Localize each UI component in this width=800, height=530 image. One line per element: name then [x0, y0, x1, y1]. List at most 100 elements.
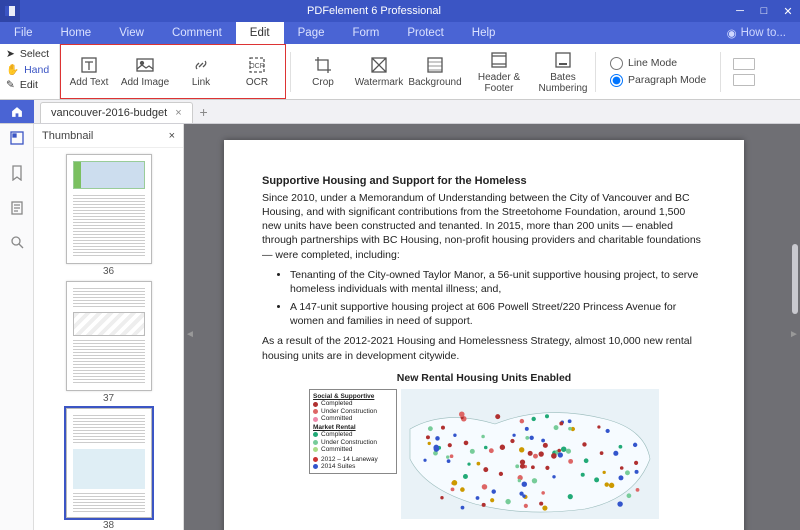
align-option-2[interactable] [733, 74, 755, 86]
legend-item: Under Construction [321, 439, 377, 446]
edit-insert-group: Add Text Add Image Link OCR OCR [60, 44, 286, 99]
legend-item: Committed [321, 415, 352, 422]
legend-item: Committed [321, 446, 352, 453]
add-image-label: Add Image [121, 78, 169, 89]
background-icon [424, 54, 446, 76]
selection-tools: ➤Select ✋ Hand ✎Edit [0, 44, 60, 99]
list-item: A 147-unit supportive housing project at… [290, 300, 706, 328]
tool-hand[interactable]: ✋ Hand [6, 62, 53, 77]
cursor-icon: ➤ [6, 48, 15, 60]
minimize-button[interactable]: ─ [728, 5, 752, 17]
paragraph-mode-radio[interactable]: Paragraph Mode [610, 74, 706, 87]
align-group [725, 44, 763, 99]
thumbnail-header: Thumbnail × [34, 124, 183, 148]
link-icon [190, 54, 212, 76]
maximize-button[interactable]: □ [752, 5, 776, 17]
watermark-button[interactable]: Watermark [351, 44, 407, 100]
app-title: PDFelement 6 Professional [20, 5, 728, 17]
edit-icon: ✎ [6, 79, 15, 91]
tool-select[interactable]: ➤Select [6, 47, 53, 61]
page-number: 37 [103, 393, 114, 404]
background-label: Background [408, 78, 461, 89]
hand-icon: ✋ [6, 63, 19, 76]
prev-page-arrow[interactable]: ◄ [186, 327, 194, 341]
next-page-arrow[interactable]: ► [790, 327, 798, 341]
crop-icon [312, 54, 334, 76]
how-to-link[interactable]: ◉ How to... [713, 22, 800, 44]
background-button[interactable]: Background [407, 44, 463, 100]
menu-comment[interactable]: Comment [158, 22, 236, 44]
legend-heading: Social & Supportive [313, 393, 393, 400]
menu-bar: File Home View Comment Edit Page Form Pr… [0, 22, 800, 44]
thumbnail-item[interactable]: 36 [66, 154, 152, 277]
attachments-rail-icon[interactable] [10, 200, 24, 221]
menu-file[interactable]: File [0, 22, 47, 44]
menu-help[interactable]: Help [458, 22, 510, 44]
search-rail-icon[interactable] [10, 235, 24, 254]
header-footer-label: Header & Footer [463, 73, 535, 94]
bullet-list: Tenanting of the City-owned Taylor Manor… [290, 268, 706, 329]
bates-label: Bates Numbering [539, 73, 588, 94]
location-icon: ◉ [727, 26, 737, 40]
page-number: 36 [103, 266, 114, 277]
menu-protect[interactable]: Protect [393, 22, 457, 44]
watermark-label: Watermark [355, 78, 404, 89]
side-rail [0, 124, 34, 530]
legend-item: 2012 – 14 Laneway [321, 456, 378, 463]
bates-icon [552, 49, 574, 71]
ocr-label: OCR [246, 78, 268, 89]
edit-mode-group: Line Mode Paragraph Mode [600, 44, 716, 99]
new-tab-button[interactable]: + [193, 100, 215, 123]
text-icon [78, 54, 100, 76]
page-layout-group: Crop Watermark Background Header & Foote… [295, 44, 591, 99]
link-label: Link [192, 78, 210, 89]
close-panel-icon[interactable]: × [169, 130, 175, 142]
how-to-label: How to... [741, 27, 786, 39]
align-option-1[interactable] [733, 58, 755, 70]
thumbnail-item[interactable]: 37 [66, 281, 152, 404]
thumbnails-rail-icon[interactable] [9, 130, 25, 151]
ribbon: ➤Select ✋ Hand ✎Edit Add Text Add Image L… [0, 44, 800, 100]
thumbnail-item-selected[interactable]: 38 [66, 408, 152, 530]
menu-edit[interactable]: Edit [236, 22, 284, 44]
list-item: Tenanting of the City-owned Taylor Manor… [290, 268, 706, 296]
scrollbar-thumb[interactable] [792, 244, 798, 314]
menu-page[interactable]: Page [284, 22, 339, 44]
svg-text:OCR: OCR [249, 63, 265, 70]
bookmarks-rail-icon[interactable] [10, 165, 24, 186]
image-icon [134, 54, 156, 76]
document-tabs: vancouver-2016-budget × + [0, 100, 800, 124]
thumbnail-list[interactable]: 36 37 38 [34, 148, 183, 530]
paragraph-mode-label: Paragraph Mode [628, 74, 706, 86]
tool-hand-label: Hand [24, 64, 49, 76]
legend-item: Completed [321, 431, 352, 438]
link-button[interactable]: Link [173, 44, 229, 100]
menu-view[interactable]: View [105, 22, 158, 44]
page-content: Supportive Housing and Support for the H… [224, 140, 744, 530]
map-legend: Social & Supportive Completed Under Cons… [309, 389, 397, 474]
bates-button[interactable]: Bates Numbering [535, 44, 591, 100]
add-text-button[interactable]: Add Text [61, 44, 117, 100]
legend-heading: Market Rental [313, 424, 393, 431]
close-tab-icon[interactable]: × [175, 107, 181, 119]
legend-item: Under Construction [321, 408, 377, 415]
map-area [401, 389, 659, 519]
tool-edit[interactable]: ✎Edit [6, 78, 53, 92]
menu-home[interactable]: Home [47, 22, 106, 44]
ocr-icon: OCR [246, 54, 268, 76]
paragraph: As a result of the 2012-2021 Housing and… [262, 334, 706, 362]
thumbnail-title: Thumbnail [42, 130, 93, 142]
crop-button[interactable]: Crop [295, 44, 351, 100]
add-image-button[interactable]: Add Image [117, 44, 173, 100]
close-button[interactable]: ✕ [776, 5, 800, 18]
document-tab[interactable]: vancouver-2016-budget × [40, 102, 193, 123]
document-viewer[interactable]: ◄ ► Supportive Housing and Support for t… [184, 124, 800, 530]
section-heading: Supportive Housing and Support for the H… [262, 174, 706, 189]
menu-form[interactable]: Form [338, 22, 393, 44]
header-footer-icon [488, 49, 510, 71]
header-footer-button[interactable]: Header & Footer [463, 44, 535, 100]
ocr-button[interactable]: OCR OCR [229, 44, 285, 100]
line-mode-radio[interactable]: Line Mode [610, 57, 706, 70]
thumbnail-panel: Thumbnail × 36 37 38 [34, 124, 184, 530]
home-tab-button[interactable] [0, 100, 34, 123]
